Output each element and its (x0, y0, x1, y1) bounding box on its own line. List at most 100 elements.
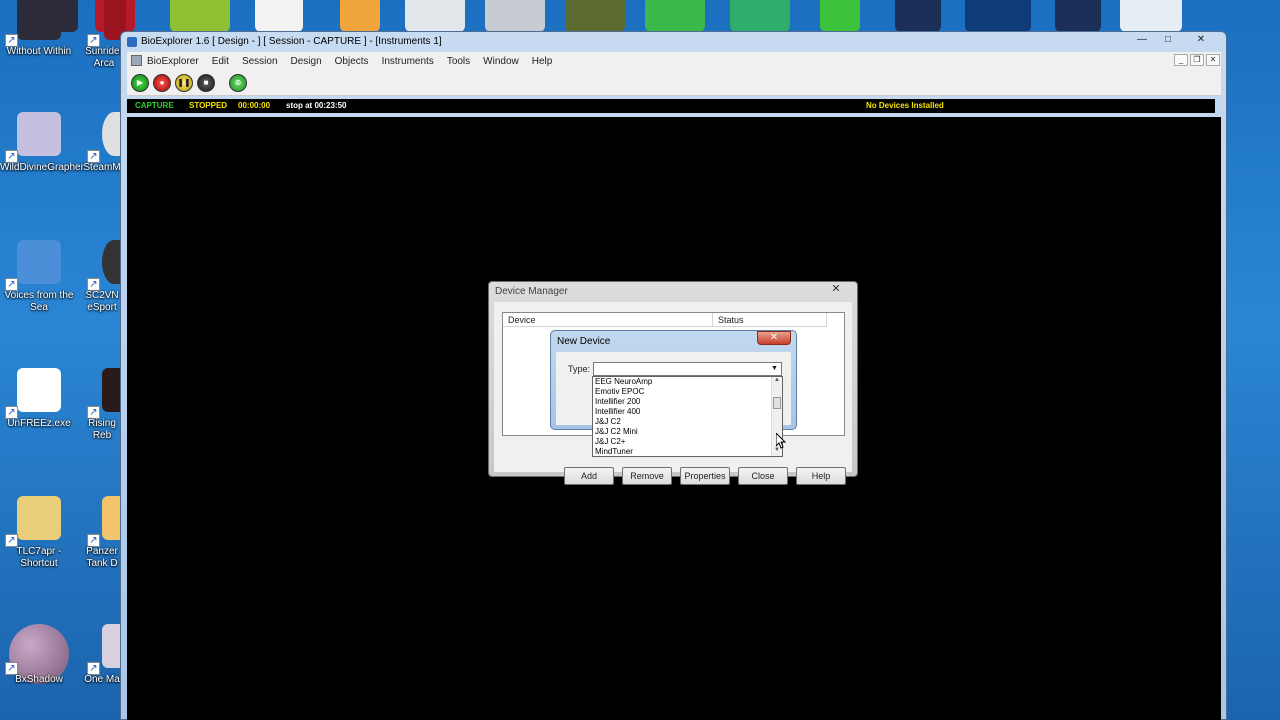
close-button[interactable]: ✕ (1182, 33, 1220, 47)
dropdown-item[interactable]: J&J C2 Mini (593, 427, 782, 437)
dropdown-item[interactable]: Emotiv EPOC (593, 387, 782, 397)
window-controls: — □ ✕ (1130, 33, 1220, 47)
stop-icon: ■ (203, 78, 209, 87)
close-button[interactable]: Close (738, 467, 788, 485)
desktop-icon-label: Without Within (6, 46, 72, 57)
maximize-button[interactable]: □ (1156, 33, 1180, 47)
add-button[interactable]: Add (564, 467, 614, 485)
desktop-icon-top-13[interactable] (965, 0, 1031, 32)
extra-toolbar-button[interactable]: ⊛ (229, 73, 247, 92)
session-status-bar: CAPTURE STOPPED 00:00:00 stop at 00:23:5… (127, 99, 1215, 113)
menu-design[interactable]: Design (291, 56, 322, 67)
minimize-button[interactable]: — (1130, 33, 1154, 47)
menu-edit[interactable]: Edit (212, 56, 229, 67)
column-header-status[interactable]: Status (713, 313, 827, 327)
play-icon: ▶ (136, 78, 144, 87)
desktop-icon-top-11[interactable] (820, 0, 860, 32)
stop-button[interactable]: ■ (197, 73, 215, 92)
record-icon: ● (159, 78, 165, 87)
pause-button[interactable]: ❚❚ (175, 73, 193, 92)
green-orb-icon (17, 368, 61, 412)
type-combobox[interactable]: ▼ (593, 362, 782, 376)
scroll-thumb[interactable] (773, 397, 781, 409)
dropdown-item[interactable]: Intellifier 200 (593, 397, 782, 407)
menu-session[interactable]: Session (242, 56, 278, 67)
desktop-icon-top-9[interactable] (645, 0, 705, 32)
dropdown-item[interactable]: J&J C2 (593, 417, 782, 427)
menu-objects[interactable]: Objects (335, 56, 369, 67)
desktop-icon-label: SteamM (83, 162, 121, 173)
folder-icon (17, 496, 61, 540)
dropdown-item[interactable]: J&J C2+ (593, 437, 782, 447)
column-header-device[interactable]: Device (503, 313, 713, 327)
menu-bioexplorer[interactable]: BioExplorer (147, 56, 199, 67)
desktop-icon-top-8[interactable] (565, 0, 625, 32)
desktop-icon-label: Panzer Tank D (86, 546, 118, 569)
menu-window[interactable]: Window (483, 56, 519, 67)
menu-bar: BioExplorer Edit Session Design Objects … (127, 52, 1221, 70)
mdi-close-button[interactable]: ✕ (1206, 54, 1220, 66)
dropdown-item[interactable]: EEG NeuroAmp (593, 377, 782, 387)
desktop-icon-label: Voices from the Sea (4, 290, 74, 313)
help-button[interactable]: Help (796, 467, 846, 485)
menu-app-icon (131, 55, 142, 66)
record-button[interactable]: ● (153, 73, 171, 92)
pause-icon: ❚❚ (177, 78, 191, 87)
desktop-icon-label: UnFREEz.exe (7, 418, 71, 429)
mouse-cursor-icon (776, 433, 786, 449)
desktop-icon-top-6[interactable] (405, 0, 465, 32)
dialog-title: Device Manager (495, 286, 568, 297)
window-title: BioExplorer 1.6 [ Design - ] [ Session -… (141, 36, 442, 47)
desktop-icon-voices-from-the-sea[interactable]: ↗ Voices from the Sea (0, 238, 78, 350)
toolbar: ▶ ● ❚❚ ■ ⊛ (127, 70, 1221, 96)
menu-help[interactable]: Help (532, 56, 553, 67)
device-status: No Devices Installed (866, 101, 944, 110)
gear-icon: ⊛ (234, 78, 242, 87)
desktop-icon-top-3[interactable] (170, 0, 230, 32)
desktop-icon-without-within[interactable]: ↗ Without Within (0, 0, 78, 106)
desktop-icon-bxshadow[interactable]: ↗ BxShadow (0, 622, 78, 720)
desktop-icon-top-12[interactable] (895, 0, 941, 32)
desktop-icon-top-15[interactable] (1120, 0, 1182, 32)
mdi-controls: _ ❐ ✕ (1174, 54, 1220, 66)
dialog-close-button[interactable]: ✕ (757, 331, 791, 345)
dialog-title: New Device (557, 336, 611, 347)
dropdown-item[interactable]: MindTuner (593, 447, 782, 456)
properties-button[interactable]: Properties (680, 467, 730, 485)
session-name: CAPTURE (135, 101, 174, 110)
menu-instruments[interactable]: Instruments (382, 56, 434, 67)
scroll-up-icon[interactable]: ▲ (772, 377, 782, 386)
menu-tools[interactable]: Tools (447, 56, 470, 67)
session-state: STOPPED (189, 101, 228, 110)
mdi-minimize-button[interactable]: _ (1174, 54, 1188, 66)
anime-portrait-icon (17, 0, 61, 40)
crystal-icon (17, 112, 61, 156)
chevron-down-icon[interactable]: ▼ (769, 364, 780, 374)
session-time: 00:00:00 (238, 101, 271, 110)
anime-girl-icon (17, 240, 61, 284)
desktop-icon-label: Rising Reb (88, 418, 116, 441)
remove-button[interactable]: Remove (622, 467, 672, 485)
app-icon (127, 37, 137, 47)
desktop-icon-top-10[interactable] (730, 0, 790, 32)
desktop-icon-label: SC2VN eSport (85, 290, 119, 313)
type-value (594, 365, 596, 374)
dropdown-item[interactable]: Intellifier 400 (593, 407, 782, 417)
dialog-close-button[interactable]: ✕ (821, 282, 851, 296)
desktop-icon-label: BxShadow (15, 674, 63, 685)
type-dropdown-list[interactable]: EEG NeuroAmp Emotiv EPOC Intellifier 200… (592, 376, 783, 457)
desktop-icon-tlc7apr[interactable]: ↗ TLC7apr - Shortcut (0, 494, 78, 606)
desktop-icon-wilddivinegrapher[interactable]: ↗ WildDivineGrapher (0, 110, 84, 222)
desktop-icon-top-4[interactable] (255, 0, 303, 32)
desktop-icon-unfreez[interactable]: ↗ UnFREEz.exe (0, 366, 78, 478)
desktop-icon-top-5[interactable] (340, 0, 380, 32)
play-button[interactable]: ▶ (131, 73, 149, 92)
desktop-icon-label: TLC7apr - Shortcut (16, 546, 62, 569)
desktop-icon-label: WildDivineGrapher (0, 162, 84, 173)
desktop-icon-top-7[interactable] (485, 0, 545, 32)
session-stop-at: stop at 00:23:50 (286, 101, 347, 110)
type-label: Type: (568, 364, 591, 374)
mdi-restore-button[interactable]: ❐ (1190, 54, 1204, 66)
desktop-icon-top-14[interactable] (1055, 0, 1101, 32)
desktop-icon-label: One Ma (84, 674, 120, 685)
